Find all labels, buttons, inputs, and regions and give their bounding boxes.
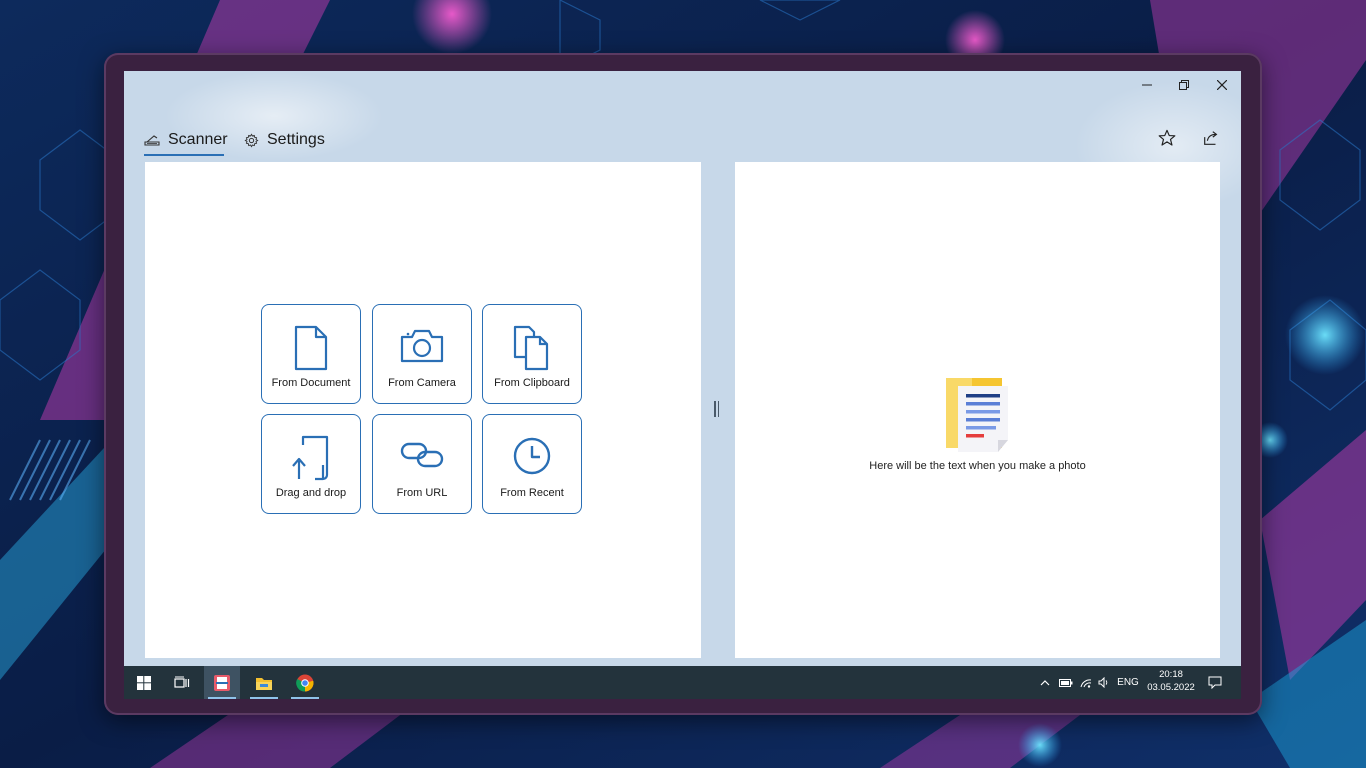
chrome-icon <box>296 674 314 692</box>
from-recent-label: From Recent <box>500 487 564 499</box>
show-hidden-icons-button[interactable] <box>1037 666 1053 699</box>
battery-icon <box>1059 678 1073 687</box>
drag-and-drop-label: Drag and drop <box>275 487 347 499</box>
star-icon <box>1158 129 1176 146</box>
active-tab-indicator <box>144 154 224 156</box>
drag-and-drop-button[interactable]: Drag and drop <box>261 414 361 514</box>
from-recent-button[interactable]: From Recent <box>482 414 582 514</box>
taskbar: ENG 20:18 03.05.2022 <box>124 666 1241 699</box>
scanner-app-icon <box>214 674 230 691</box>
placeholder-message: Here will be the text when you make a ph… <box>869 460 1086 472</box>
minimize-button[interactable] <box>1128 71 1166 99</box>
tab-scanner-label: Scanner <box>168 131 228 148</box>
link-icon <box>400 442 444 468</box>
scanner-icon <box>144 133 160 147</box>
source-panel: From Document From Camera From Clipboard… <box>145 162 701 658</box>
taskbar-scanner-app[interactable] <box>204 666 240 699</box>
from-clipboard-label: From Clipboard <box>494 377 570 389</box>
speaker-icon <box>1098 677 1108 688</box>
gear-icon <box>244 132 259 148</box>
close-button[interactable] <box>1203 71 1241 99</box>
clock-date: 03.05.2022 <box>1147 682 1195 693</box>
minimize-icon <box>1142 84 1152 86</box>
tab-scanner[interactable]: Scanner <box>144 127 228 153</box>
from-document-button[interactable]: From Document <box>261 304 361 404</box>
chevron-up-icon <box>1040 679 1050 685</box>
from-url-button[interactable]: From URL <box>372 414 472 514</box>
favorite-button[interactable] <box>1154 125 1180 151</box>
taskbar-file-explorer[interactable] <box>246 666 282 699</box>
share-icon <box>1204 131 1218 145</box>
task-view-button[interactable] <box>164 666 200 699</box>
action-center-button[interactable] <box>1204 666 1226 699</box>
input-language-indicator[interactable]: ENG <box>1116 666 1140 699</box>
document-icon <box>294 325 328 371</box>
text-document-illustration <box>945 378 1008 452</box>
app-window: Scanner Settings From Document From Came… <box>124 71 1241 699</box>
wifi-icon <box>1080 678 1092 688</box>
from-camera-label: From Camera <box>388 377 456 389</box>
battery-button[interactable] <box>1057 666 1075 699</box>
clock-icon <box>513 437 551 475</box>
from-camera-button[interactable]: From Camera <box>372 304 472 404</box>
restore-icon <box>1179 80 1189 90</box>
network-button[interactable] <box>1078 666 1094 699</box>
from-clipboard-button[interactable]: From Clipboard <box>482 304 582 404</box>
tab-settings-label: Settings <box>267 131 325 148</box>
volume-button[interactable] <box>1096 666 1112 699</box>
file-explorer-icon <box>256 677 272 690</box>
share-button[interactable] <box>1198 125 1224 151</box>
taskbar-clock[interactable]: 20:18 03.05.2022 <box>1141 668 1201 694</box>
result-panel: Here will be the text when you make a ph… <box>735 162 1220 658</box>
tab-settings[interactable]: Settings <box>244 127 325 153</box>
taskbar-chrome[interactable] <box>287 666 323 699</box>
windows-start-icon <box>137 675 151 690</box>
from-url-label: From URL <box>396 487 448 499</box>
restore-button[interactable] <box>1165 71 1203 99</box>
camera-icon <box>400 329 444 363</box>
upload-file-icon <box>292 435 329 481</box>
close-icon <box>1217 80 1227 90</box>
notification-icon <box>1208 676 1222 689</box>
start-button[interactable] <box>126 666 162 699</box>
from-document-label: From Document <box>271 377 351 389</box>
clock-time: 20:18 <box>1159 669 1183 680</box>
clipboard-icon <box>513 325 549 371</box>
panel-splitter[interactable] <box>713 401 721 421</box>
task-view-icon <box>174 676 190 688</box>
